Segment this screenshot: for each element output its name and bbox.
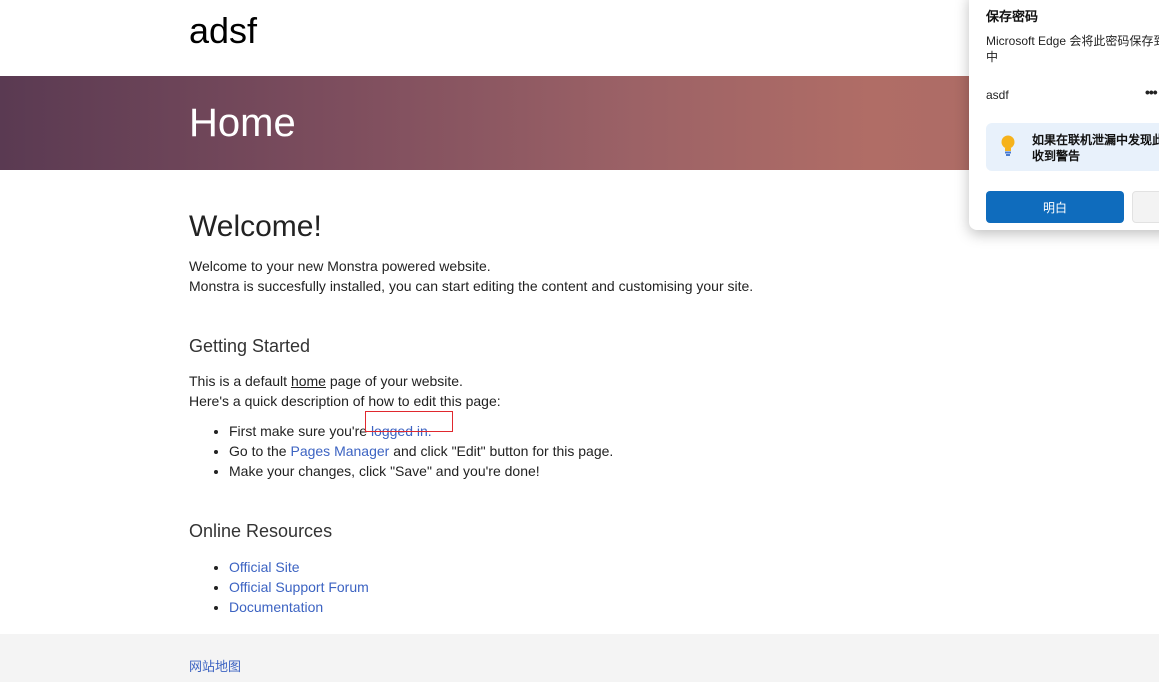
list-item: Make your changes, click "Save" and you'… [229, 461, 889, 481]
home-link[interactable]: home [291, 373, 326, 389]
list-item: Go to the Pages Manager and click "Edit"… [229, 441, 889, 461]
list-item: First make sure you're logged in. [229, 421, 889, 441]
steps-list: First make sure you're logged in. Go to … [189, 421, 889, 481]
welcome-heading: Welcome! [189, 210, 322, 243]
online-resources-heading: Online Resources [189, 521, 333, 541]
support-forum-link[interactable]: Official Support Forum [229, 579, 369, 595]
secondary-button[interactable] [1132, 191, 1159, 223]
text-segment: Go to the [229, 443, 291, 459]
text-segment: This is a default [189, 373, 291, 389]
popup-tip: 如果在联机泄漏中发现此 收到警告 [986, 123, 1159, 171]
site-title: adsf [189, 10, 258, 51]
resources-list: Official Site Official Support Forum Doc… [189, 557, 889, 617]
getting-started-line-2: Here's a quick description of how to edi… [189, 393, 501, 409]
lightbulb-icon [1001, 135, 1015, 156]
save-password-popup: 保存密码 Microsoft Edge 会将此密码保存到 中 asdf ••• … [969, 0, 1159, 230]
list-item: Official Site [229, 557, 889, 577]
popup-username: asdf [986, 88, 1009, 102]
pages-manager-link[interactable]: Pages Manager [290, 443, 389, 459]
popup-title: 保存密码 [986, 9, 1039, 24]
welcome-line-2: Monstra is succesfully installed, you ca… [189, 278, 754, 294]
documentation-link[interactable]: Documentation [229, 599, 323, 615]
sitemap-link[interactable]: 网站地图 [189, 656, 241, 675]
list-item: Official Support Forum [229, 577, 889, 597]
logged-in-link[interactable]: logged in. [371, 423, 432, 439]
welcome-line-1: Welcome to your new Monstra powered webs… [189, 258, 491, 274]
got-it-button[interactable]: 明白 [986, 191, 1124, 223]
more-icon[interactable]: ••• [1145, 84, 1158, 100]
list-item: Documentation [229, 597, 889, 617]
main-content: Welcome! Welcome to your new Monstra pow… [189, 205, 889, 617]
text-segment: First make sure you're [229, 423, 371, 439]
getting-started-line-1: This is a default home page of your webs… [189, 371, 889, 391]
text-segment: and click "Edit" button for this page. [389, 443, 614, 459]
getting-started-heading: Getting Started [189, 336, 311, 356]
text-segment: page of your website. [325, 373, 463, 389]
tip-text: 如果在联机泄漏中发现此 收到警告 [1032, 133, 1159, 163]
official-site-link[interactable]: Official Site [229, 559, 300, 575]
popup-description: Microsoft Edge 会将此密码保存到 中 [986, 34, 1159, 64]
page-title: Home [189, 101, 296, 145]
footer: 网站地图 [0, 634, 1159, 682]
